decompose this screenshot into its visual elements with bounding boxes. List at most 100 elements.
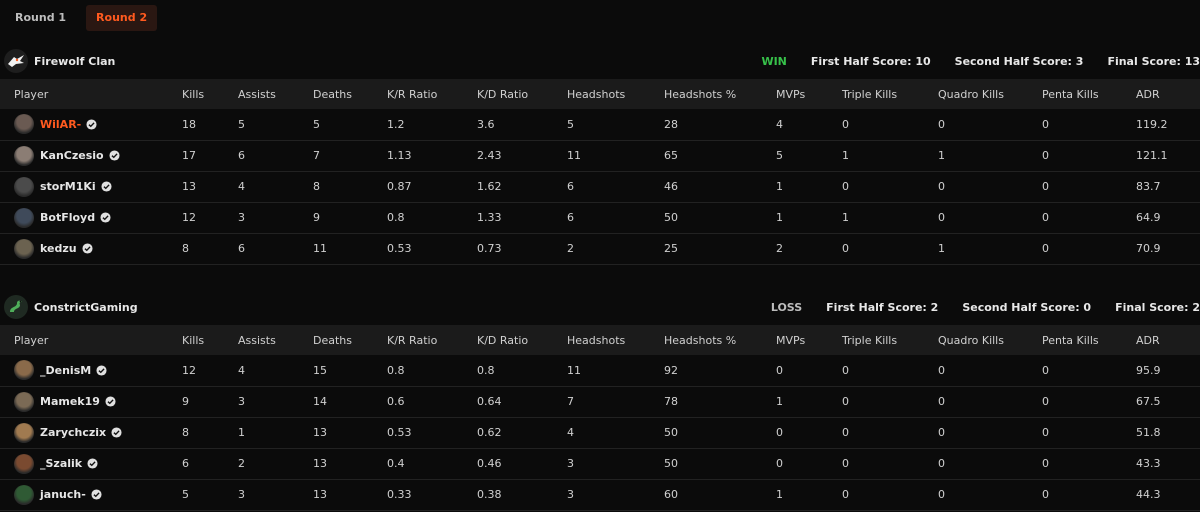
stat-kills: 6 <box>182 457 189 470</box>
avatar[interactable] <box>14 484 34 505</box>
column-header-triple-kills: Triple Kills <box>842 333 898 347</box>
player-name[interactable]: _DenisM <box>40 364 91 377</box>
verified-check-icon <box>82 243 93 254</box>
stat-kd-ratio: 0.62 <box>477 426 502 439</box>
player-cell: Zarychczix <box>0 417 182 448</box>
player-name[interactable]: KanCzesio <box>40 149 104 162</box>
stat-kills: 12 <box>182 211 196 224</box>
avatar[interactable] <box>14 176 34 197</box>
player-name[interactable]: Mamek19 <box>40 395 100 408</box>
player-name[interactable]: Zarychczix <box>40 426 106 439</box>
stat-mvps: 1 <box>776 395 783 408</box>
team-scores: LOSS First Half Score: 2 Second Half Sco… <box>747 289 1200 325</box>
avatar[interactable] <box>14 207 34 228</box>
table-row[interactable]: storM1Ki 13 4 8 0.87 1.62 6 46 1 0 0 0 83.7 <box>0 171 1200 202</box>
stat-deaths: 11 <box>313 242 327 255</box>
table-row[interactable]: _DenisM 12 4 15 0.8 0.8 11 92 0 0 0 0 95.9 <box>0 355 1200 386</box>
verified-check-icon <box>87 458 98 469</box>
avatar[interactable] <box>14 145 34 166</box>
player-cell: kedzu <box>0 233 182 264</box>
stat-quadro-kills: 0 <box>938 395 945 408</box>
final-score: Final Score: 2 <box>1115 300 1200 314</box>
stat-kr-ratio: 0.4 <box>387 457 405 470</box>
stat-deaths: 8 <box>313 180 320 193</box>
column-header-adr: ADR <box>1136 87 1160 101</box>
column-header-headshots: Headshots <box>567 333 626 347</box>
snake-logo-icon <box>4 295 28 319</box>
stat-kd-ratio: 0.64 <box>477 395 502 408</box>
column-header-quadro-kills: Quadro Kills <box>938 333 1004 347</box>
column-header-triple-kills: Triple Kills <box>842 87 898 101</box>
stat-headshots: 6 <box>567 180 574 193</box>
stat-adr: 43.3 <box>1136 457 1161 470</box>
player-name[interactable]: _Szalik <box>40 457 82 470</box>
player-name[interactable]: kedzu <box>40 242 77 255</box>
tab-round-2[interactable]: Round 2 <box>86 5 158 31</box>
first-half-score: First Half Score: 10 <box>810 54 931 68</box>
avatar[interactable] <box>14 422 34 443</box>
table-row[interactable]: _Szalik 6 2 13 0.4 0.46 3 50 0 0 0 0 43.3 <box>0 448 1200 479</box>
column-header-kr-ratio: K/R Ratio <box>387 333 438 347</box>
verified-check-icon <box>86 119 97 130</box>
stat-penta-kills: 0 <box>1042 426 1049 439</box>
stat-adr: 51.8 <box>1136 426 1161 439</box>
team-section-firewolf: Firewolf Clan WIN First Half Score: 10 S… <box>0 43 1200 265</box>
table-row[interactable]: Mamek19 9 3 14 0.6 0.64 7 78 1 0 0 0 67.5 <box>0 386 1200 417</box>
stat-headshots-pct: 92 <box>664 363 678 377</box>
firewolf-logo-icon <box>4 49 28 73</box>
table-row[interactable]: kedzu 8 6 11 0.53 0.73 2 25 2 0 1 0 70.9 <box>0 233 1200 264</box>
stat-headshots: 7 <box>567 395 574 408</box>
verified-check-icon <box>101 181 112 192</box>
stat-assists: 3 <box>238 395 245 408</box>
column-header-player: Player <box>14 333 49 347</box>
match-result: WIN <box>761 54 787 68</box>
stat-assists: 6 <box>238 242 245 255</box>
avatar[interactable] <box>14 114 34 135</box>
verified-check-icon <box>105 396 116 407</box>
tab-round-1[interactable]: Round 1 <box>5 5 76 31</box>
table-row[interactable]: WilAR- 18 5 5 1.2 3.6 5 28 4 0 0 0 119.2 <box>0 109 1200 140</box>
second-half-score: Second Half Score: 0 <box>962 300 1092 314</box>
stat-mvps: 1 <box>776 180 783 193</box>
stat-kd-ratio: 0.46 <box>477 457 502 470</box>
column-header-mvps: MVPs <box>776 333 806 347</box>
stat-deaths: 5 <box>313 117 320 131</box>
avatar[interactable] <box>14 391 34 412</box>
stat-headshots-pct: 50 <box>664 426 678 439</box>
avatar[interactable] <box>14 453 34 474</box>
stat-adr: 44.3 <box>1136 488 1161 501</box>
stat-assists: 3 <box>238 211 245 224</box>
table-row[interactable]: KanCzesio 17 6 7 1.13 2.43 11 65 5 1 1 0 121.1 <box>0 140 1200 171</box>
stat-quadro-kills: 0 <box>938 211 945 224</box>
column-header-penta-kills: Penta Kills <box>1042 333 1099 347</box>
column-header-player: Player <box>14 87 49 101</box>
stat-assists: 4 <box>238 363 245 377</box>
player-name[interactable]: storM1Ki <box>40 180 96 193</box>
stat-triple-kills: 0 <box>842 395 849 408</box>
stat-headshots-pct: 46 <box>664 180 678 193</box>
avatar[interactable] <box>14 238 34 259</box>
stat-mvps: 0 <box>776 457 783 470</box>
stat-deaths: 13 <box>313 426 327 439</box>
player-name[interactable]: BotFloyd <box>40 211 95 224</box>
stat-kr-ratio: 0.8 <box>387 363 405 377</box>
stat-kr-ratio: 1.2 <box>387 117 405 131</box>
stat-kr-ratio: 1.13 <box>387 149 412 162</box>
player-name[interactable]: WilAR- <box>40 118 81 131</box>
column-header-headshots-pct: Headshots % <box>664 333 737 347</box>
stat-headshots: 3 <box>567 488 574 501</box>
table-row[interactable]: BotFloyd 12 3 9 0.8 1.33 6 50 1 1 0 0 64.9 <box>0 202 1200 233</box>
stat-penta-kills: 0 <box>1042 395 1049 408</box>
table-row[interactable]: januch- 5 3 13 0.33 0.38 3 60 1 0 0 0 44.3 <box>0 479 1200 510</box>
column-header-kills: Kills <box>182 87 205 101</box>
stat-quadro-kills: 0 <box>938 488 945 501</box>
column-header-mvps: MVPs <box>776 87 806 101</box>
stat-kills: 17 <box>182 149 196 162</box>
avatar[interactable] <box>14 360 34 381</box>
stat-deaths: 13 <box>313 457 327 470</box>
table-row[interactable]: Zarychczix 8 1 13 0.53 0.62 4 50 0 0 0 0 51.8 <box>0 417 1200 448</box>
player-name[interactable]: januch- <box>40 488 86 501</box>
stat-kr-ratio: 0.33 <box>387 488 412 501</box>
column-header-quadro-kills: Quadro Kills <box>938 87 1004 101</box>
stat-triple-kills: 1 <box>842 149 849 162</box>
